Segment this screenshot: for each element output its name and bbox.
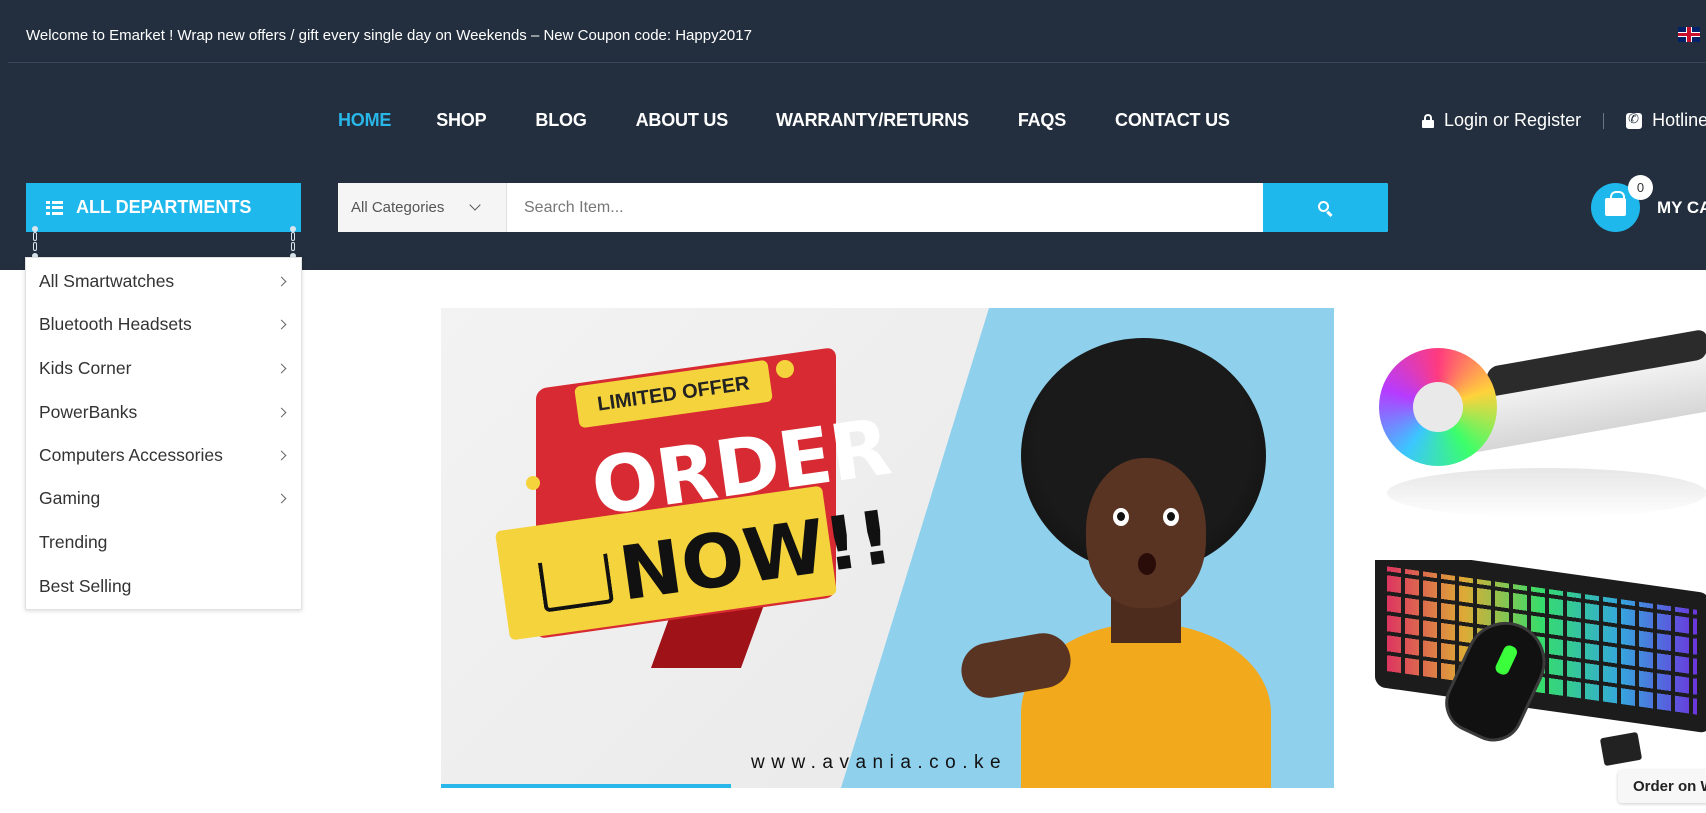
chevron-right-icon (276, 450, 287, 460)
category-select-value: All Categories (351, 199, 445, 216)
lock-icon (1422, 113, 1434, 128)
chevron-right-icon (276, 493, 287, 503)
menu-item-bluetooth-headsets[interactable]: Bluetooth Headsets (39, 309, 289, 339)
model-eye (1113, 508, 1129, 526)
phone-icon (1626, 111, 1643, 129)
chevron-right-icon (276, 319, 287, 329)
model-eye (1163, 508, 1179, 526)
search-button[interactable] (1263, 183, 1388, 232)
hotline-label: Hotline (1652, 110, 1706, 130)
search-icon (1318, 201, 1329, 212)
model-photo-face (1086, 458, 1206, 608)
main-nav: HOME SHOP BLOG ABOUT US WARRANTY/RETURNS… (338, 110, 1230, 131)
nav-shop[interactable]: SHOP (436, 110, 486, 131)
category-select[interactable]: All Categories (338, 183, 507, 232)
header: Welcome to Emarket ! Wrap new offers / g… (0, 0, 1706, 270)
menu-item-label: All Smartwatches (39, 270, 175, 291)
nav-blog[interactable]: BLOG (535, 110, 586, 131)
order-whatsapp-button[interactable]: Order on WhatsApp (1618, 770, 1706, 803)
login-register-link[interactable]: Login or Register (1444, 110, 1581, 131)
hoverboard-promo-image[interactable] (1367, 308, 1706, 533)
cart-count-badge: 0 (1628, 175, 1653, 200)
keyboard-mouse-promo-image[interactable] (1367, 560, 1706, 770)
menu-item-label: PowerBanks (39, 401, 138, 422)
uk-flag-icon[interactable] (1678, 27, 1700, 42)
menu-item-powerbanks[interactable]: PowerBanks (39, 397, 289, 427)
menu-item-label: Gaming (39, 487, 101, 508)
menu-item-kids-corner[interactable]: Kids Corner (39, 353, 289, 383)
menu-item-label: Best Selling (39, 575, 132, 596)
menu-item-trending[interactable]: Trending (39, 527, 289, 557)
topbar: Welcome to Emarket ! Wrap new offers / g… (8, 0, 1706, 63)
chevron-right-icon (276, 407, 287, 417)
divider (1603, 112, 1605, 129)
page: Welcome to Emarket ! Wrap new offers / g… (0, 0, 1706, 813)
nav-contact-us[interactable]: CONTACT US (1115, 110, 1230, 131)
menu-item-label: Trending (39, 531, 108, 552)
banner-url: www.avania.co.ke (751, 752, 1008, 773)
shopping-cart-icon (537, 553, 615, 613)
shopping-bag-icon (1605, 191, 1626, 216)
nav-faqs[interactable]: FAQS (1018, 110, 1066, 131)
all-departments-label: ALL DEPARTMENTS (76, 197, 252, 217)
chevron-down-icon (469, 199, 481, 211)
menu-item-best-selling[interactable]: Best Selling (39, 571, 289, 601)
menu-item-label: Bluetooth Headsets (39, 313, 192, 334)
search-input[interactable] (507, 183, 1263, 232)
hero-banner[interactable]: LIMITED OFFER ORDER NOW!! www.avania.co.… (441, 308, 1334, 788)
model-mouth (1138, 553, 1156, 575)
all-departments-button[interactable]: ALL DEPARTMENTS (26, 183, 301, 232)
list-icon (46, 200, 63, 215)
banner-progress-line (441, 784, 731, 788)
hoverboard-reflection (1387, 468, 1706, 518)
departments-menu: All Smartwatches Bluetooth Headsets Kids… (25, 257, 302, 610)
account-bar: Login or Register Hotline (1422, 110, 1706, 131)
menu-item-all-smartwatches[interactable]: All Smartwatches (39, 266, 289, 296)
chevron-right-icon (276, 276, 287, 286)
nav-about-us[interactable]: ABOUT US (636, 110, 729, 131)
welcome-message: Welcome to Emarket ! Wrap new offers / g… (26, 27, 752, 44)
decor-dot (526, 476, 540, 490)
menu-item-computers-accessories[interactable]: Computers Accessories (39, 440, 289, 470)
nav-home[interactable]: HOME (338, 110, 391, 131)
chevron-right-icon (276, 363, 287, 373)
hoverboard-led-wheel (1379, 348, 1497, 466)
cart-label[interactable]: MY CART (1657, 198, 1706, 218)
menu-item-gaming[interactable]: Gaming (39, 483, 289, 513)
nav-warranty-returns[interactable]: WARRANTY/RETURNS (776, 110, 969, 131)
menu-item-label: Computers Accessories (39, 444, 223, 465)
menu-item-label: Kids Corner (39, 357, 132, 378)
search-bar: All Categories (338, 183, 1388, 232)
decor-dot (776, 360, 794, 378)
